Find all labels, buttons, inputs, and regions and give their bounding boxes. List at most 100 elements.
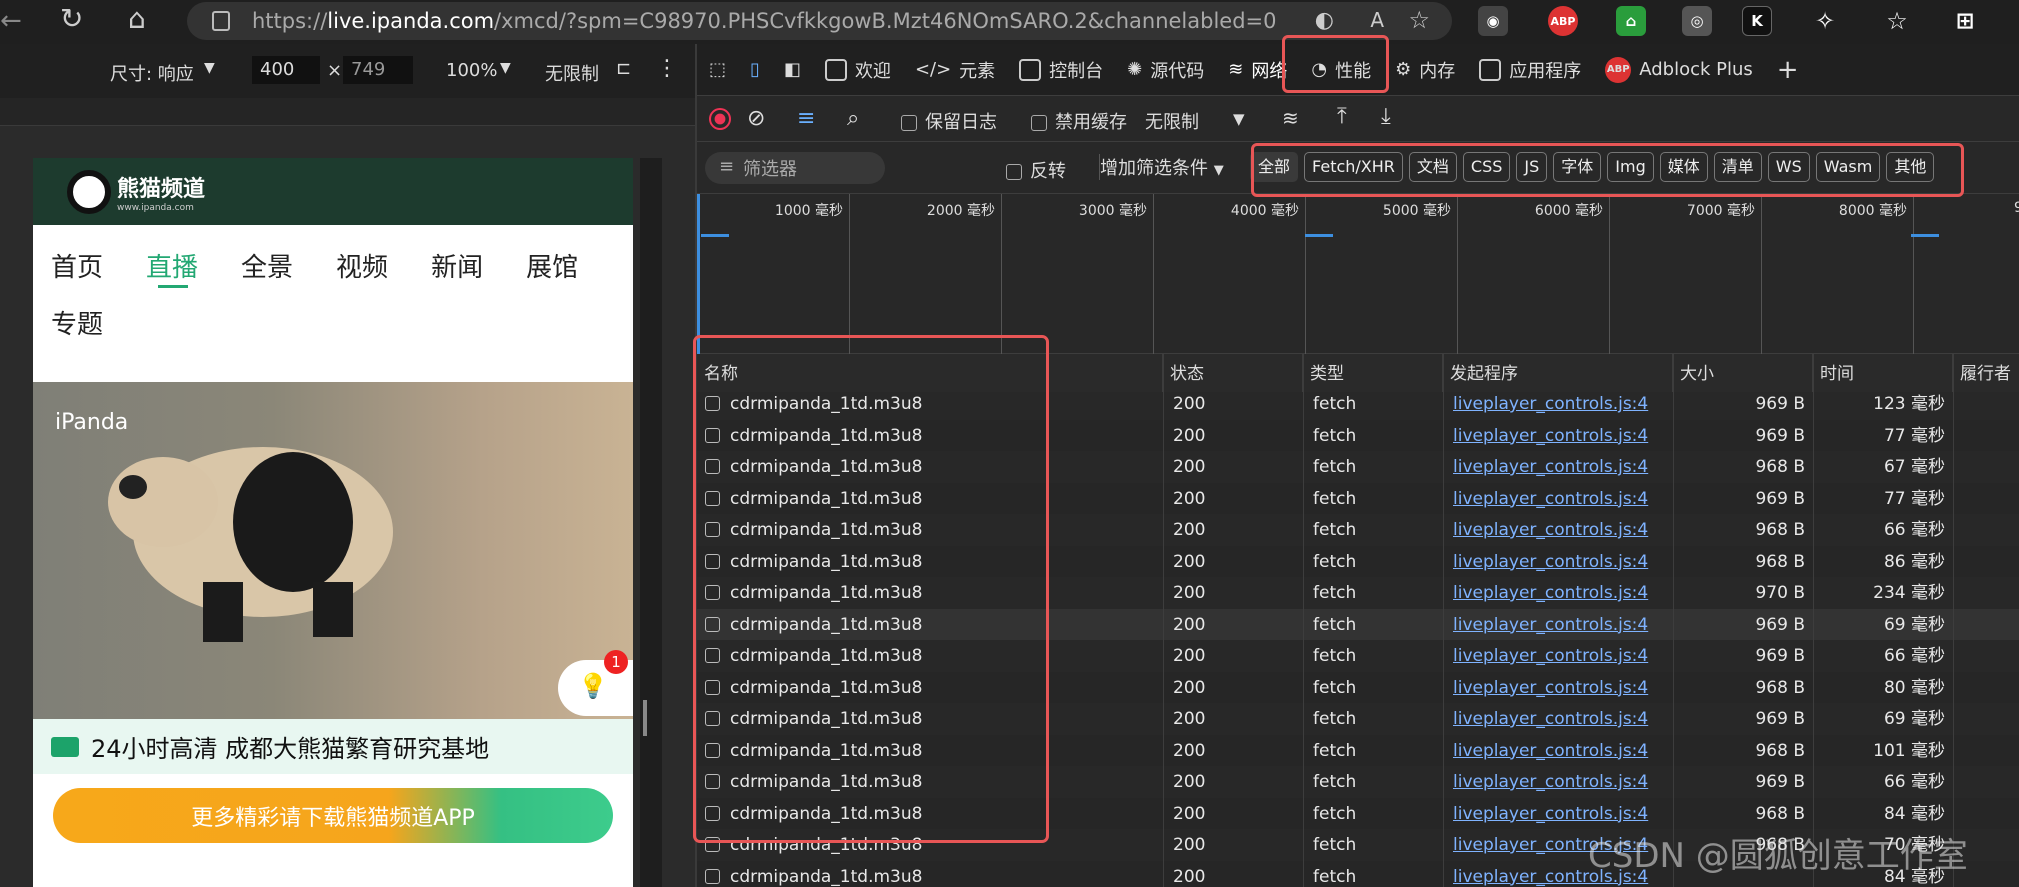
extension-owl-icon[interactable]: ◉ [1478, 6, 1508, 36]
extensions-puzzle-icon[interactable]: ✧ [1810, 6, 1840, 36]
refresh-icon[interactable]: ↻ [60, 2, 83, 35]
request-initiator-link[interactable]: liveplayer_controls.js:4 [1443, 640, 1673, 672]
request-initiator-link[interactable]: liveplayer_controls.js:4 [1443, 514, 1673, 546]
favorites-icon[interactable]: ☆ [1882, 6, 1912, 36]
address-bar[interactable]: https://live.ipanda.com/xmcd/?spm=C98970… [187, 2, 1452, 40]
record-icon[interactable] [709, 108, 731, 130]
request-name[interactable]: cdrmipanda_1td.m3u8 [697, 861, 1163, 887]
extension-green-icon[interactable]: ⌂ [1616, 6, 1646, 36]
page-scrollbar[interactable] [640, 158, 662, 887]
favorite-star-icon[interactable]: ☆ [1408, 6, 1430, 34]
filter-icon[interactable]: ≡ [797, 106, 815, 131]
device-size-select[interactable]: 尺寸: 响应 [110, 60, 194, 86]
emulated-page: 熊猫频道 www.ipanda.com 首页 直播 全景 视频 新闻 展馆 专题 … [33, 158, 633, 887]
dock-icon[interactable]: ◧ [772, 44, 813, 96]
zoom-select[interactable]: 100% [446, 60, 497, 81]
download-app-button[interactable]: 更多精彩请下载熊猫频道APP [53, 788, 613, 843]
column-divider [1303, 354, 1304, 887]
request-type: fetch [1313, 457, 1357, 477]
more-options-icon[interactable]: ⋮ [656, 56, 678, 81]
clear-icon[interactable]: ⊘ [747, 106, 765, 131]
request-initiator-link[interactable]: liveplayer_controls.js:4 [1443, 546, 1673, 578]
column-time[interactable]: 时间 [1813, 354, 1953, 392]
request-time: 234 毫秒 [1873, 583, 1945, 603]
request-time: 69 毫秒 [1883, 709, 1945, 729]
column-type[interactable]: 类型 [1303, 354, 1443, 392]
nav-home[interactable]: 首页 [51, 247, 103, 304]
nav-video[interactable]: 视频 [336, 247, 388, 304]
adblock-extension-icon[interactable]: ABP [1548, 6, 1578, 36]
bug-icon: ✺ [1127, 59, 1143, 80]
nav-live[interactable]: 直播 [146, 247, 198, 304]
request-status: 200 [1173, 772, 1206, 792]
request-initiator-link[interactable]: liveplayer_controls.js:4 [1443, 451, 1673, 483]
column-initiator[interactable]: 发起程序 [1443, 354, 1673, 392]
network-conditions-icon[interactable]: ≋ [1282, 106, 1299, 130]
request-initiator-link[interactable]: liveplayer_controls.js:4 [1443, 577, 1673, 609]
throttle-select[interactable]: 无限制 [545, 60, 599, 86]
edge-icon[interactable]: ◐ [1315, 8, 1334, 33]
request-initiator-link[interactable]: liveplayer_controls.js:4 [1443, 609, 1673, 641]
device-toggle-icon[interactable]: ▯ [738, 44, 772, 96]
request-initiator-link[interactable]: liveplayer_controls.js:4 [1443, 420, 1673, 452]
request-time: 77 毫秒 [1883, 488, 1945, 509]
home-icon[interactable]: ⌂ [128, 2, 146, 35]
filter-input[interactable]: ≡ 筛选器 [705, 152, 885, 184]
site-logo[interactable]: 熊猫频道 www.ipanda.com [67, 169, 205, 214]
read-aloud-icon[interactable]: A [1370, 8, 1384, 32]
nav-topics[interactable]: 专题 [51, 304, 103, 361]
request-initiator-link[interactable]: liveplayer_controls.js:4 [1443, 798, 1673, 830]
invert-checkbox[interactable]: 反转 [1006, 157, 1066, 183]
network-throttle-select[interactable]: 无限制 [1145, 108, 1199, 134]
request-initiator-link[interactable]: liveplayer_controls.js:4 [1443, 672, 1673, 704]
device-height-input[interactable]: 749 [343, 56, 413, 84]
column-size[interactable]: 大小 [1673, 354, 1813, 392]
inspect-element-icon[interactable]: ⬚ [697, 44, 738, 96]
nav-news[interactable]: 新闻 [431, 247, 483, 304]
nav-exhibition[interactable]: 展馆 [526, 247, 578, 304]
network-timeline[interactable]: 1000 毫秒 2000 毫秒 3000 毫秒 4000 毫秒 5000 毫秒 … [697, 194, 2019, 354]
column-fulfilled-by[interactable]: 履行者 [1953, 354, 2019, 392]
nav-panorama[interactable]: 全景 [241, 247, 293, 304]
preserve-log-checkbox[interactable]: 保留日志 [901, 108, 997, 134]
request-time: 69 毫秒 [1883, 614, 1945, 635]
request-time: 66 毫秒 [1883, 646, 1945, 666]
import-har-icon[interactable]: ⤒ [1337, 104, 1347, 129]
disable-cache-checkbox[interactable]: 禁用缓存 [1031, 108, 1127, 134]
resize-handle[interactable] [643, 700, 647, 736]
tab-sources[interactable]: ✺ 源代码 [1115, 44, 1216, 96]
request-initiator-link[interactable]: liveplayer_controls.js:4 [1443, 483, 1673, 515]
extension-mask-icon[interactable]: ◎ [1682, 6, 1712, 36]
collections-icon[interactable]: ⊞ [1950, 6, 1980, 36]
tab-memory[interactable]: ⚙ 内存 [1383, 44, 1467, 96]
live-video-player[interactable]: iPanda 💡 1 [33, 382, 633, 719]
video-brand-watermark: iPanda [55, 410, 129, 435]
chevron-down-icon: ▼ [1213, 163, 1224, 178]
request-status: 200 [1173, 425, 1206, 446]
request-initiator-link[interactable]: liveplayer_controls.js:4 [1443, 392, 1673, 420]
code-icon: </> [914, 59, 952, 80]
tab-adblock[interactable]: ABP Adblock Plus [1593, 44, 1765, 96]
tab-welcome[interactable]: 欢迎 [813, 44, 903, 96]
timeline-tick: 9000 [2014, 200, 2019, 216]
timeline-tick: 8000 毫秒 [1838, 203, 1907, 219]
request-initiator-link[interactable]: liveplayer_controls.js:4 [1443, 703, 1673, 735]
column-status[interactable]: 状态 [1163, 354, 1303, 392]
back-icon[interactable]: ← [0, 6, 22, 36]
request-status: 200 [1173, 740, 1206, 761]
timeline-request-bar [1305, 234, 1333, 237]
request-initiator-link[interactable]: liveplayer_controls.js:4 [1443, 735, 1673, 767]
fetch-file-icon [705, 868, 720, 884]
request-initiator-link[interactable]: liveplayer_controls.js:4 [1443, 766, 1673, 798]
search-icon[interactable]: ⌕ [847, 106, 859, 131]
tab-console[interactable]: 控制台 [1007, 44, 1115, 96]
extension-k-icon[interactable]: K [1742, 6, 1772, 36]
more-filters-dropdown[interactable]: 增加筛选条件 ▼ [1100, 154, 1224, 180]
add-tab-icon[interactable]: + [1765, 44, 1811, 96]
tab-application[interactable]: 应用程序 [1467, 44, 1593, 96]
tab-elements[interactable]: </> 元素 [903, 44, 1007, 96]
request-size: 969 B [1755, 488, 1805, 509]
rotate-icon[interactable]: ⊏ [616, 58, 631, 79]
device-width-input[interactable]: 400 [252, 56, 320, 84]
export-har-icon[interactable]: ⤓ [1381, 104, 1391, 129]
